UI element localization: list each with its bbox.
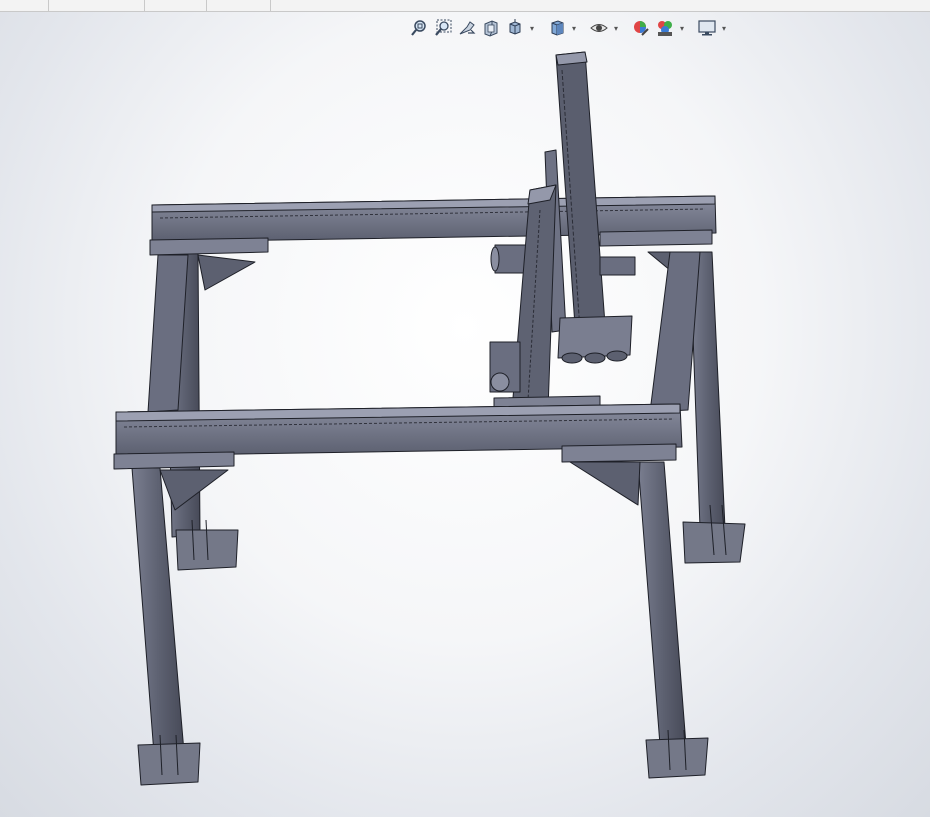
back-rail-beam[interactable] (149, 195, 717, 256)
y-motor[interactable] (489, 341, 521, 393)
back-right-brace[interactable] (649, 251, 701, 413)
z-carriage[interactable] (557, 315, 633, 364)
gantry-model-viewport[interactable] (0, 0, 930, 817)
front-rail-beam[interactable] (113, 403, 683, 470)
front-right-leg[interactable] (569, 461, 709, 779)
